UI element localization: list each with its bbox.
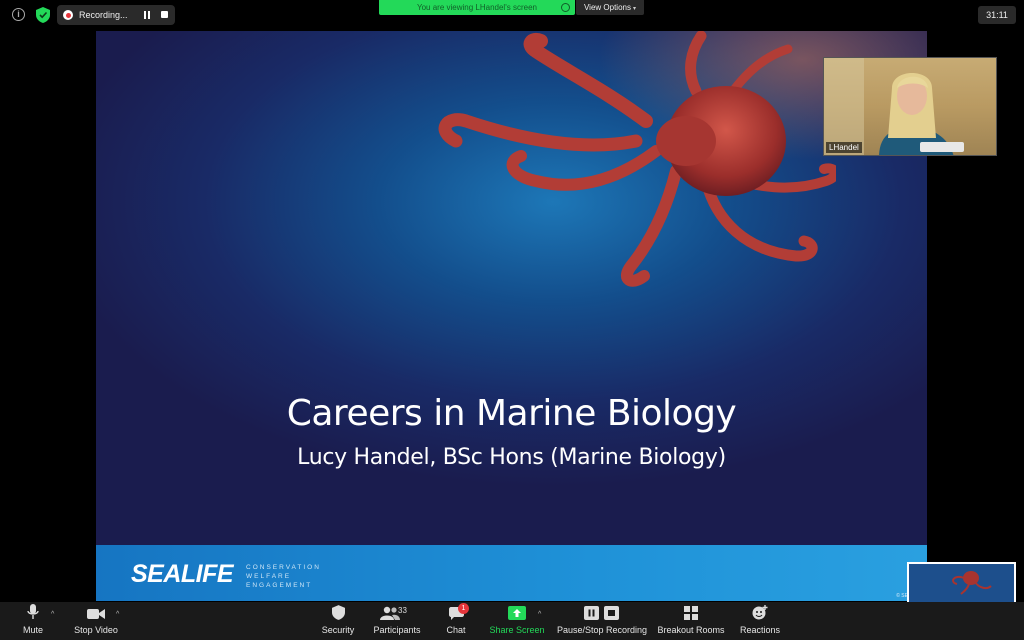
slide-footer: SEALIFE CONSERVATION WELFARE ENGAGEMENT …	[96, 545, 927, 601]
info-icon[interactable]: i	[12, 8, 25, 21]
tagline-line: ENGAGEMENT	[246, 582, 313, 589]
meeting-top-bar: i Recording... You are viewing LHandel's…	[0, 0, 1024, 30]
view-options-label: View Options	[583, 3, 631, 12]
encryption-shield-icon[interactable]	[36, 7, 50, 23]
chevron-up-icon[interactable]: ^	[538, 611, 541, 618]
reactions-label: Reactions	[739, 625, 781, 635]
meeting-timer: 31:11	[978, 6, 1016, 24]
shared-screen-slide: Careers in Marine Biology Lucy Handel, B…	[96, 31, 927, 601]
breakout-rooms-button[interactable]: Breakout Rooms	[657, 602, 725, 640]
tagline-line: CONSERVATION	[246, 564, 321, 571]
participants-button[interactable]: 33 Participants	[370, 602, 424, 640]
tagline-line: WELFARE	[246, 573, 292, 580]
pause-stop-icons	[582, 602, 622, 622]
meeting-toolbar: Mute ^ Stop Video ^ Security 33 Particip…	[0, 602, 1024, 640]
stop-video-label: Stop Video	[74, 625, 118, 635]
sealife-logo: SEALIFE	[131, 560, 234, 588]
viewing-screen-banner: You are viewing LHandel's screen	[379, 0, 575, 15]
mute-label: Mute	[22, 625, 43, 635]
security-button[interactable]: Security	[318, 602, 358, 640]
security-shield-icon	[323, 602, 353, 622]
participants-label: Participants	[373, 625, 421, 635]
pause-stop-recording-label: Pause/Stop Recording	[556, 625, 648, 635]
microphone-icon	[18, 602, 48, 622]
chat-label: Chat	[446, 625, 466, 635]
stop-recording-icon[interactable]	[161, 11, 168, 18]
chevron-up-icon[interactable]: ^	[116, 611, 119, 618]
stop-video-button[interactable]: Stop Video	[70, 602, 122, 640]
pause-stop-recording-button[interactable]: Pause/Stop Recording	[556, 602, 648, 640]
reactions-button[interactable]: Reactions	[738, 602, 782, 640]
chat-unread-badge: 1	[458, 603, 469, 614]
sealife-tagline: CONSERVATION WELFARE ENGAGEMENT	[246, 563, 321, 590]
participant-name: LHandel	[826, 142, 862, 153]
breakout-rooms-label: Breakout Rooms	[657, 625, 725, 635]
recording-label: Recording...	[79, 10, 128, 20]
breakout-rooms-icon	[676, 602, 706, 622]
chat-bubble-icon: 1	[441, 602, 471, 622]
chevron-down-icon: ▾	[632, 6, 636, 12]
banner-circle-icon[interactable]	[561, 3, 570, 12]
share-screen-button[interactable]: Share Screen	[488, 602, 546, 640]
chat-button[interactable]: 1 Chat	[441, 602, 471, 640]
share-screen-icon	[502, 602, 532, 622]
participant-video-tile[interactable]: LHandel	[823, 57, 997, 156]
slide-title: Careers in Marine Biology	[286, 393, 737, 434]
slide-subtitle: Lucy Handel, BSc Hons (Marine Biology)	[297, 445, 726, 470]
record-icon	[63, 10, 73, 20]
participants-count: 33	[398, 606, 407, 615]
participants-icon: 33	[376, 602, 418, 622]
pause-recording-icon[interactable]	[143, 11, 151, 19]
thumbnail-slide-image	[909, 564, 1014, 604]
octopus-image	[438, 31, 836, 287]
share-screen-label: Share Screen	[489, 625, 545, 635]
viewing-banner-text: You are viewing LHandel's screen	[417, 3, 537, 12]
video-camera-icon	[81, 602, 111, 622]
recording-indicator: Recording...	[57, 5, 175, 25]
view-options-button[interactable]: View Options ▾	[576, 0, 644, 15]
security-label: Security	[321, 625, 355, 635]
chevron-up-icon[interactable]: ^	[51, 611, 54, 618]
smiley-plus-icon	[745, 602, 775, 622]
mute-button[interactable]: Mute	[17, 602, 49, 640]
